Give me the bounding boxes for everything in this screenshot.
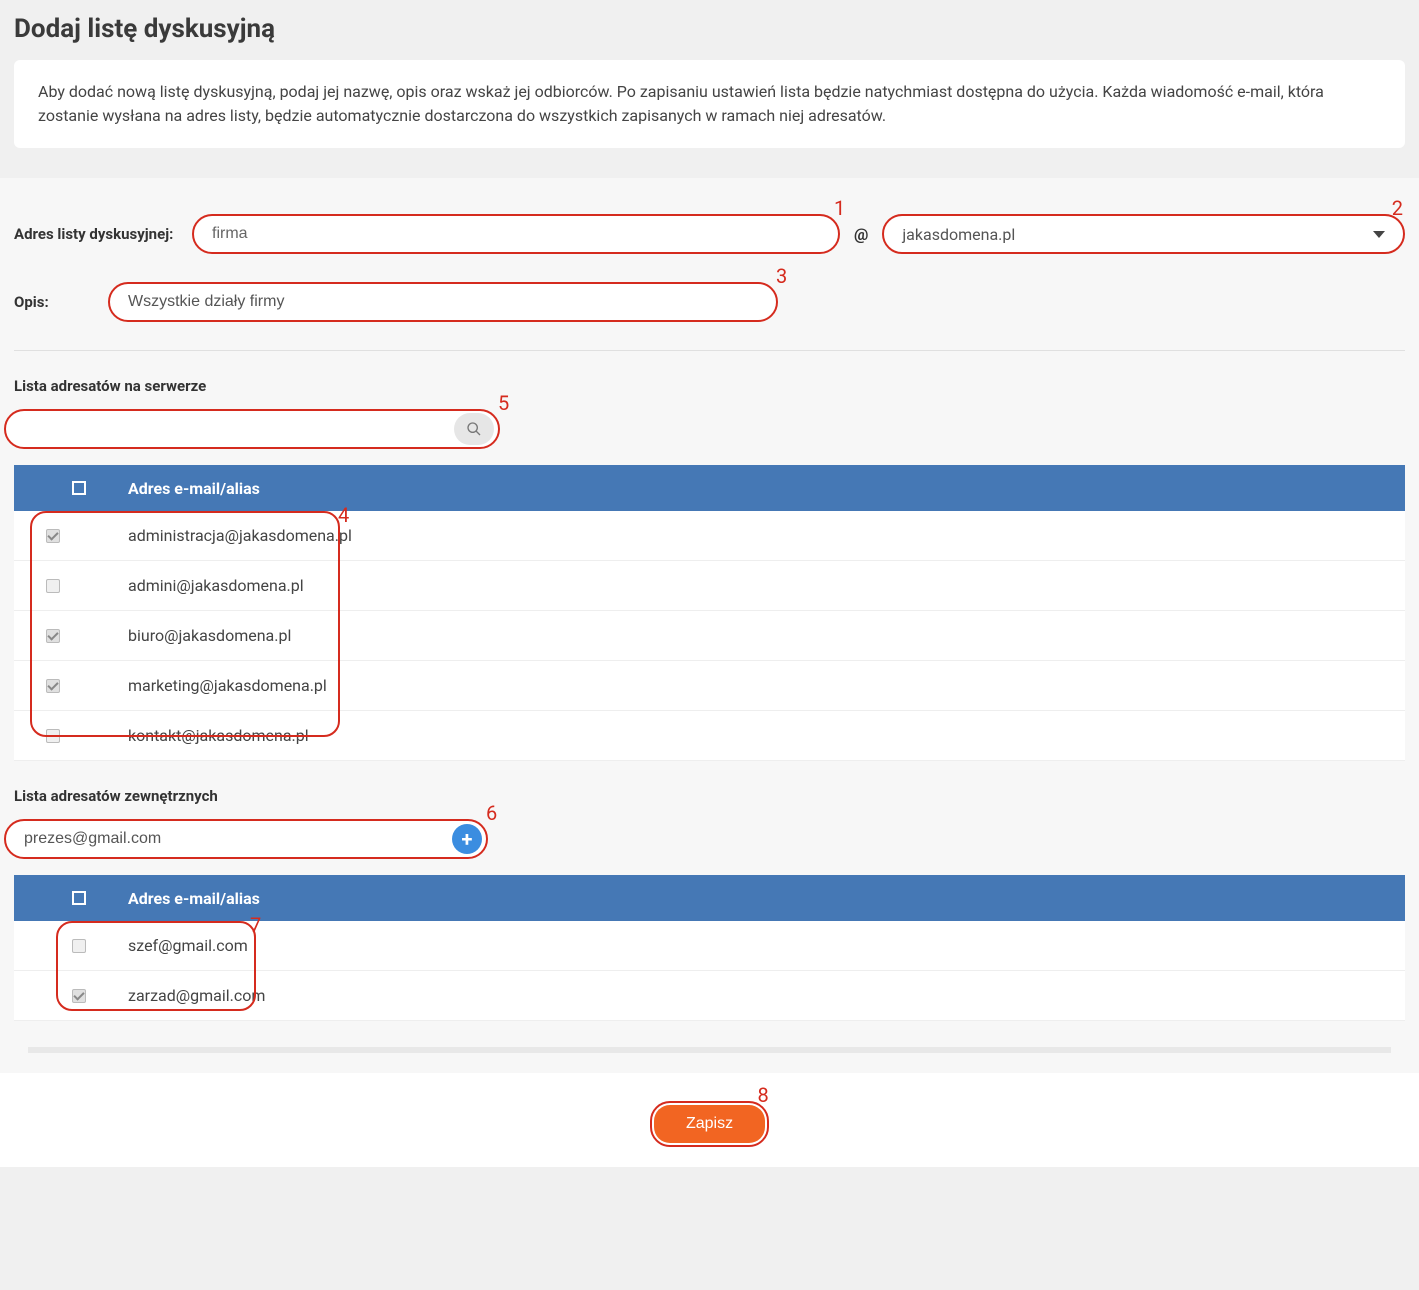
- external-recipient-checkbox[interactable]: [72, 989, 86, 1003]
- divider: [14, 350, 1405, 351]
- annotation-5: 5: [498, 391, 509, 415]
- select-all-external-checkbox[interactable]: [72, 891, 86, 905]
- recipient-checkbox[interactable]: [46, 629, 60, 643]
- table-row: szef@gmail.com: [14, 921, 1405, 971]
- table-row: administracja@jakasdomena.pl: [14, 511, 1405, 561]
- annotation-6: 6: [486, 801, 497, 825]
- table-row: admini@jakasdomena.pl: [14, 561, 1405, 611]
- recipient-email: administracja@jakasdomena.pl: [128, 526, 352, 545]
- annotation-4: 4: [338, 503, 349, 527]
- recipient-email: admini@jakasdomena.pl: [128, 576, 304, 595]
- table-row: kontakt@jakasdomena.pl: [14, 711, 1405, 761]
- annotation-3: 3: [776, 264, 787, 288]
- recipient-email: biuro@jakasdomena.pl: [128, 626, 291, 645]
- external-recipient-email: szef@gmail.com: [128, 936, 248, 955]
- table-header-external: Adres e-mail/alias: [14, 875, 1405, 921]
- search-icon: [466, 421, 482, 437]
- recipient-checkbox[interactable]: [46, 679, 60, 693]
- external-list-label: Lista adresatów zewnętrznych: [14, 787, 1405, 805]
- search-input[interactable]: [6, 420, 454, 438]
- recipient-email: marketing@jakasdomena.pl: [128, 676, 327, 695]
- opis-input[interactable]: [108, 282, 778, 322]
- select-all-server-checkbox[interactable]: [72, 481, 86, 495]
- recipient-checkbox[interactable]: [46, 729, 60, 743]
- table-header: Adres e-mail/alias: [14, 465, 1405, 511]
- annotation-7: 7: [250, 913, 261, 937]
- recipient-email: kontakt@jakasdomena.pl: [128, 726, 309, 745]
- plus-icon: +: [462, 829, 473, 849]
- address-label: Adres listy dyskusyjnej:: [14, 225, 192, 243]
- domain-select[interactable]: jakasdomena.pl: [882, 214, 1405, 254]
- annotation-8: 8: [758, 1083, 769, 1107]
- server-list-label: Lista adresatów na serwerze: [14, 377, 1405, 395]
- annotation-1: 1: [834, 196, 845, 220]
- page-title: Dodaj listę dyskusyjną: [14, 0, 1405, 60]
- add-external-button[interactable]: +: [452, 824, 482, 854]
- external-email-input[interactable]: [6, 830, 452, 848]
- annotation-2: 2: [1392, 196, 1403, 220]
- recipient-checkbox[interactable]: [46, 579, 60, 593]
- external-recipient-email: zarzad@gmail.com: [128, 986, 265, 1005]
- table-row: zarzad@gmail.com: [14, 971, 1405, 1021]
- table-row: marketing@jakasdomena.pl: [14, 661, 1405, 711]
- opis-label: Opis:: [14, 293, 108, 311]
- external-recipients-table: Adres e-mail/alias szef@gmail.com zarzad@…: [14, 875, 1405, 1021]
- external-recipient-checkbox[interactable]: [72, 939, 86, 953]
- server-recipients-table: Adres e-mail/alias administracja@jakasdo…: [14, 465, 1405, 761]
- at-symbol: @: [854, 225, 868, 244]
- recipient-checkbox[interactable]: [46, 529, 60, 543]
- search-button[interactable]: [454, 413, 494, 445]
- domain-value: jakasdomena.pl: [902, 225, 1015, 244]
- address-input[interactable]: [192, 214, 840, 254]
- save-button[interactable]: Zapisz: [654, 1105, 765, 1143]
- table-row: biuro@jakasdomena.pl: [14, 611, 1405, 661]
- shadow-divider: [28, 1047, 1391, 1053]
- intro-text: Aby dodać nową listę dyskusyjną, podaj j…: [14, 60, 1405, 148]
- table-header-label: Adres e-mail/alias: [128, 479, 260, 498]
- chevron-down-icon: [1373, 231, 1385, 238]
- table-header-external-label: Adres e-mail/alias: [128, 889, 260, 908]
